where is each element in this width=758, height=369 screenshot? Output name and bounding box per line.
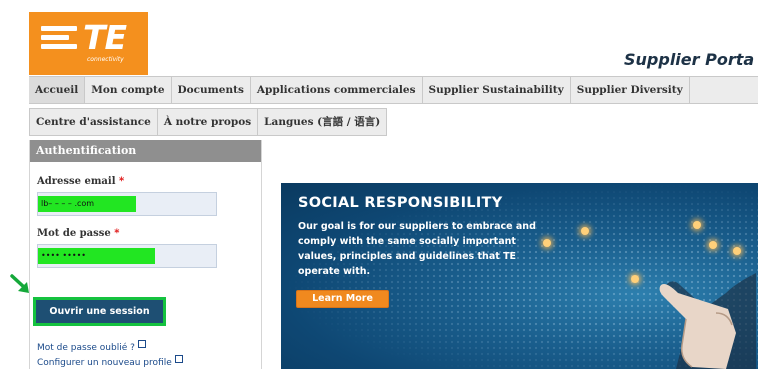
green-arrow-icon — [10, 274, 29, 293]
new-profile-link[interactable]: Configurer un nouveau profile — [37, 355, 183, 368]
te-logo-mark-icon — [41, 26, 77, 50]
forgot-password-link[interactable]: Mot de passe oublié ? — [37, 340, 146, 353]
tab-supplier-diversity[interactable]: Supplier Diversity — [570, 77, 690, 103]
learn-more-button[interactable]: Learn More — [296, 290, 389, 308]
secondary-nav: Centre d'assistance À notre propos Langu… — [29, 108, 388, 136]
main-nav: Accueil Mon compte Documents Application… — [29, 76, 758, 104]
email-field[interactable]: lb– – – – .com — [37, 192, 217, 216]
glow-dot — [693, 221, 701, 229]
required-mark: * — [119, 176, 125, 187]
glow-dot — [581, 227, 589, 235]
pointing-hand-image — [656, 233, 756, 369]
tab-a-notre-propos[interactable]: À notre propos — [157, 108, 259, 136]
login-button[interactable]: Ouvrir une session — [33, 297, 166, 326]
te-logo[interactable]: TE connectivity — [29, 12, 148, 75]
social-responsibility-banner[interactable]: SOCIAL RESPONSIBILITY Our goal is for ou… — [281, 183, 758, 369]
logo-tagline: connectivity — [87, 56, 124, 63]
tab-applications-commerciales[interactable]: Applications commerciales — [250, 77, 423, 103]
auth-panel: Authentification Adresse email * lb– – –… — [29, 140, 262, 369]
banner-title: SOCIAL RESPONSIBILITY — [298, 195, 503, 211]
email-label: Adresse email * — [37, 176, 125, 187]
password-value: •••• ••••• — [38, 248, 155, 264]
glow-dot — [543, 239, 551, 247]
external-link-icon — [174, 355, 183, 363]
password-field[interactable]: •••• ••••• — [37, 244, 217, 268]
banner-body: Our goal is for our suppliers to embrace… — [298, 221, 536, 277]
login-button-label: Ouvrir une session — [36, 300, 163, 323]
auth-header: Authentification — [30, 140, 261, 162]
tab-centre-assistance[interactable]: Centre d'assistance — [29, 108, 158, 136]
external-link-icon — [137, 340, 146, 348]
password-label: Mot de passe * — [37, 228, 120, 239]
page-title: Supplier Porta — [624, 50, 755, 69]
tab-langues[interactable]: Langues (言語 / 语言) — [258, 108, 388, 136]
logo-brand: TE — [83, 18, 127, 57]
email-value: lb– – – – .com — [38, 196, 136, 212]
tab-documents[interactable]: Documents — [171, 77, 251, 103]
tab-accueil[interactable]: Accueil — [29, 77, 86, 103]
tab-supplier-sustainability[interactable]: Supplier Sustainability — [422, 77, 571, 103]
tab-mon-compte[interactable]: Mon compte — [85, 77, 172, 103]
required-mark: * — [114, 228, 120, 239]
